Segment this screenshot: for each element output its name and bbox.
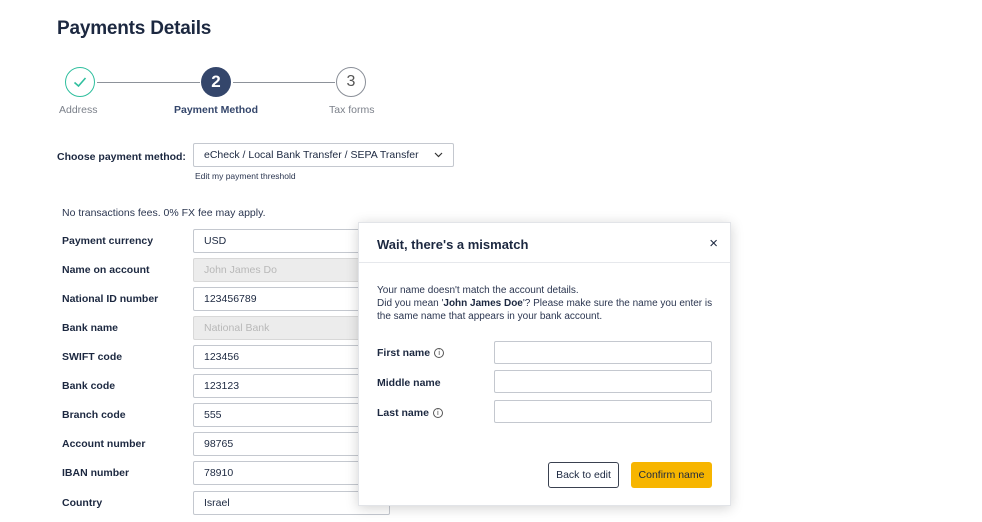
edit-threshold-link[interactable]: Edit my payment threshold (195, 171, 296, 181)
last-name-input[interactable] (494, 400, 712, 423)
field-label: Bank code (62, 380, 116, 392)
field-label: Name on account (62, 264, 150, 276)
payment-method-select[interactable]: eCheck / Local Bank Transfer / SEPA Tran… (193, 143, 454, 167)
form-row-national-id: National ID number 123456789 (62, 287, 392, 311)
step-label-tax-forms[interactable]: Tax forms (329, 104, 375, 116)
form-row-iban-number: IBAN number 78910 (62, 461, 392, 485)
field-label: Bank name (62, 322, 119, 334)
suggested-name: John James Doe (443, 298, 523, 309)
step-tax-number[interactable]: 3 (336, 67, 366, 97)
middle-name-input[interactable] (494, 370, 712, 393)
form-row-bank-code: Bank code 123123 (62, 374, 392, 398)
middle-name-label: Middle name (377, 377, 441, 389)
form-row-payment-currency: Payment currency USD (62, 229, 392, 253)
form-row-bank-name: Bank name National Bank (62, 316, 392, 340)
name-mismatch-dialog: Wait, there's a mismatch × Your name doe… (358, 222, 731, 506)
info-icon[interactable]: i (432, 408, 443, 418)
form-row-swift-code: SWIFT code 123456 (62, 345, 392, 369)
dialog-message: Your name doesn't match the account deta… (377, 284, 717, 323)
first-name-input[interactable] (494, 341, 712, 364)
step-payment-number[interactable]: 2 (201, 67, 231, 97)
page-title: Payments Details (57, 18, 212, 39)
message-line-2: Did you mean 'John James Doe'? Please ma… (377, 298, 713, 322)
back-to-edit-button[interactable]: Back to edit (548, 462, 619, 488)
dialog-title: Wait, there's a mismatch (377, 237, 529, 252)
form-row-name-on-account: Name on account John James Do (62, 258, 392, 282)
last-name-label: Last name i (377, 407, 443, 419)
field-label: Payment currency (62, 235, 154, 247)
form-row-country: Country Israel (62, 491, 392, 515)
step-label-payment-method[interactable]: Payment Method (174, 104, 258, 116)
form-row-branch-code: Branch code 555 (62, 403, 392, 427)
payment-method-label: Choose payment method: (57, 151, 186, 163)
field-label: SWIFT code (62, 351, 123, 363)
payment-method-value: eCheck / Local Bank Transfer / SEPA Tran… (204, 149, 419, 161)
country-value: Israel (204, 497, 230, 509)
chevron-down-icon (434, 150, 443, 161)
dialog-divider (359, 262, 730, 263)
fee-note: No transactions fees. 0% FX fee may appl… (62, 207, 266, 219)
close-icon[interactable]: × (709, 235, 718, 252)
stepper-connector (233, 82, 335, 83)
field-label: Country (62, 497, 103, 509)
stepper-connector (97, 82, 200, 83)
step-label-address[interactable]: Address (59, 104, 98, 116)
confirm-name-button[interactable]: Confirm name (631, 462, 712, 488)
info-icon[interactable]: i (434, 348, 445, 358)
field-label: Account number (62, 438, 146, 450)
first-name-label: First name i (377, 347, 445, 359)
message-line-1: Your name doesn't match the account deta… (377, 285, 579, 296)
field-label: IBAN number (62, 467, 130, 479)
field-label: National ID number (62, 293, 159, 305)
form-row-account-number: Account number 98765 (62, 432, 392, 456)
check-icon (73, 77, 87, 88)
step-address-check-icon[interactable] (65, 67, 95, 97)
field-label: Branch code (62, 409, 126, 421)
